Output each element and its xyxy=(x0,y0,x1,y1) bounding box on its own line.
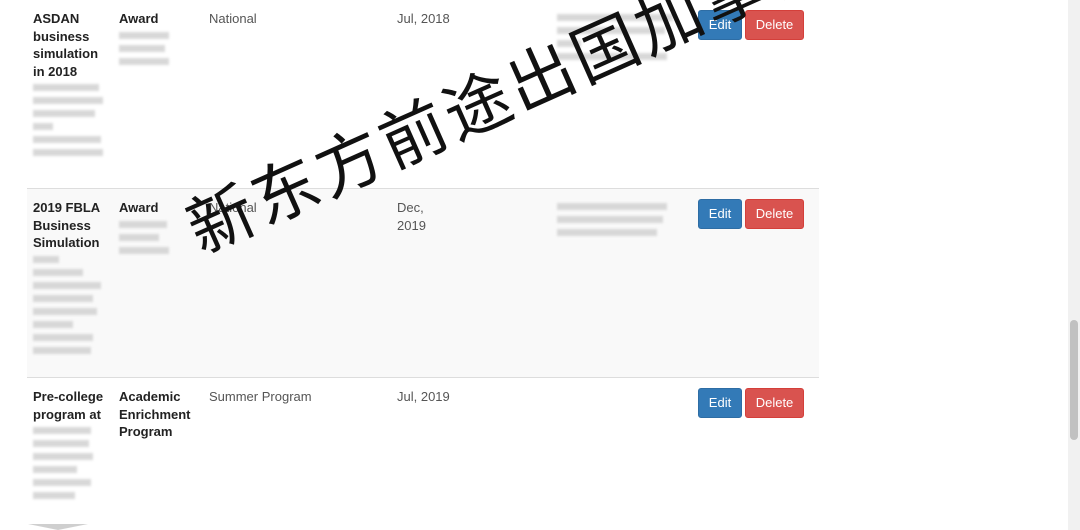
redacted-text xyxy=(33,149,103,156)
redacted-text xyxy=(33,333,93,341)
activity-description xyxy=(557,199,687,242)
activity-type: Academic Enrichment Program xyxy=(119,389,191,439)
redacted-text xyxy=(33,307,97,315)
vertical-scrollbar[interactable] xyxy=(1068,0,1080,530)
redacted-text xyxy=(557,53,667,60)
redacted-text xyxy=(119,233,159,241)
redacted-text xyxy=(557,14,673,21)
redacted-text xyxy=(557,203,667,210)
scrollbar-thumb[interactable] xyxy=(1070,320,1078,440)
redacted-text xyxy=(33,320,73,328)
redacted-text xyxy=(119,31,169,39)
redacted-text xyxy=(557,40,581,47)
activity-date: Jul, 2019 xyxy=(397,389,450,404)
delete-button[interactable]: Delete xyxy=(745,388,804,418)
activity-date: Dec, 2019 xyxy=(397,200,426,233)
redacted-text xyxy=(557,27,665,34)
activity-date: Jul, 2018 xyxy=(397,11,450,26)
activity-level: Summer Program xyxy=(209,389,312,404)
activity-description xyxy=(557,10,687,66)
redacted-text xyxy=(33,453,93,460)
redacted-text xyxy=(119,44,165,52)
redacted-text xyxy=(33,294,93,302)
activity-name-text: Pre-college program at xyxy=(33,389,104,422)
activity-name: Pre-college program at xyxy=(33,388,107,505)
activity-type-text: Award xyxy=(119,200,159,215)
redacted-text xyxy=(119,57,169,65)
activity-name-text: ASDAN business simulation in 2018 xyxy=(33,11,99,79)
activity-type: Award xyxy=(119,199,191,260)
redacted-text xyxy=(33,268,83,276)
activity-type-text: Award xyxy=(119,11,159,26)
table-row: ASDAN business simulation in 2018 Award … xyxy=(27,0,819,188)
redacted-text xyxy=(119,246,169,254)
activity-name: 2019 FBLA Business Simulation xyxy=(33,199,107,360)
activity-level: National xyxy=(209,11,257,26)
edit-button[interactable]: Edit xyxy=(698,10,742,40)
activity-type: Award xyxy=(119,10,191,71)
redacted-text xyxy=(33,123,53,130)
redacted-text xyxy=(33,110,95,117)
delete-button[interactable]: Delete xyxy=(745,10,804,40)
table-row: 2019 FBLA Business Simulation Award Nati… xyxy=(27,188,819,377)
activity-name-text: 2019 FBLA Business Simulation xyxy=(33,200,100,250)
redacted-text xyxy=(33,255,59,263)
edit-button[interactable]: Edit xyxy=(698,199,742,229)
activities-table-area: ASDAN business simulation in 2018 Award … xyxy=(0,0,1068,530)
redacted-text xyxy=(33,479,91,486)
activities-table: ASDAN business simulation in 2018 Award … xyxy=(27,0,819,530)
redacted-text xyxy=(33,136,101,143)
redacted-text xyxy=(33,346,91,354)
redacted-text xyxy=(33,281,101,289)
delete-button[interactable]: Delete xyxy=(745,199,804,229)
redacted-text xyxy=(33,84,99,91)
activity-level: National xyxy=(209,200,257,215)
activity-name: ASDAN business simulation in 2018 xyxy=(33,10,107,162)
edit-button[interactable]: Edit xyxy=(698,388,742,418)
redacted-text xyxy=(119,220,167,228)
redacted-text xyxy=(33,492,75,499)
redacted-text xyxy=(33,440,89,447)
row-actions: Edit Delete xyxy=(698,199,804,229)
redacted-text xyxy=(557,229,657,236)
redacted-text xyxy=(33,97,103,104)
redacted-text xyxy=(557,216,663,223)
table-row: Pre-college program at Academic Enrichme… xyxy=(27,377,819,530)
row-actions: Edit Delete xyxy=(698,388,804,418)
redacted-text xyxy=(33,466,77,473)
redacted-text xyxy=(33,427,91,434)
row-actions: Edit Delete xyxy=(698,10,804,40)
